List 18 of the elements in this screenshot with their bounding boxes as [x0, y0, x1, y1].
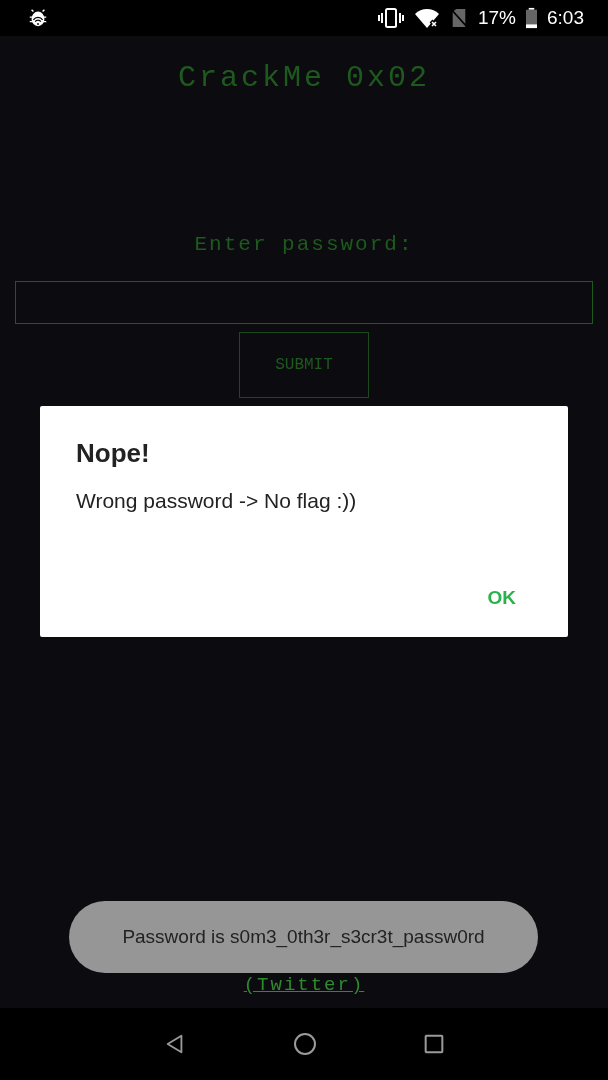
password-field[interactable]	[15, 281, 593, 324]
app-title: CrackMe 0x02	[177, 60, 430, 96]
dialog-title: Nope!	[76, 438, 151, 469]
battery-percent: 17%	[478, 7, 516, 29]
no-sim-icon	[450, 7, 468, 29]
bug-icon	[27, 7, 49, 29]
wifi-off-icon	[414, 7, 440, 29]
home-icon[interactable]	[293, 1032, 317, 1056]
vibrate-icon	[378, 7, 404, 29]
password-label: Enter password:	[194, 232, 414, 258]
recents-icon[interactable]	[424, 1034, 445, 1054]
twitter-link[interactable]: (Twitter)	[243, 974, 365, 996]
ok-button[interactable]: OK	[471, 579, 532, 617]
dialog-message: Wrong password -> No flag :))	[76, 489, 358, 513]
submit-button[interactable]: SUBMIT	[239, 332, 369, 398]
clock: 6:03	[547, 7, 584, 29]
battery-icon	[526, 7, 537, 29]
password-toast: Password is s0m3_0th3r_s3cr3t_passw0rd	[69, 901, 538, 973]
